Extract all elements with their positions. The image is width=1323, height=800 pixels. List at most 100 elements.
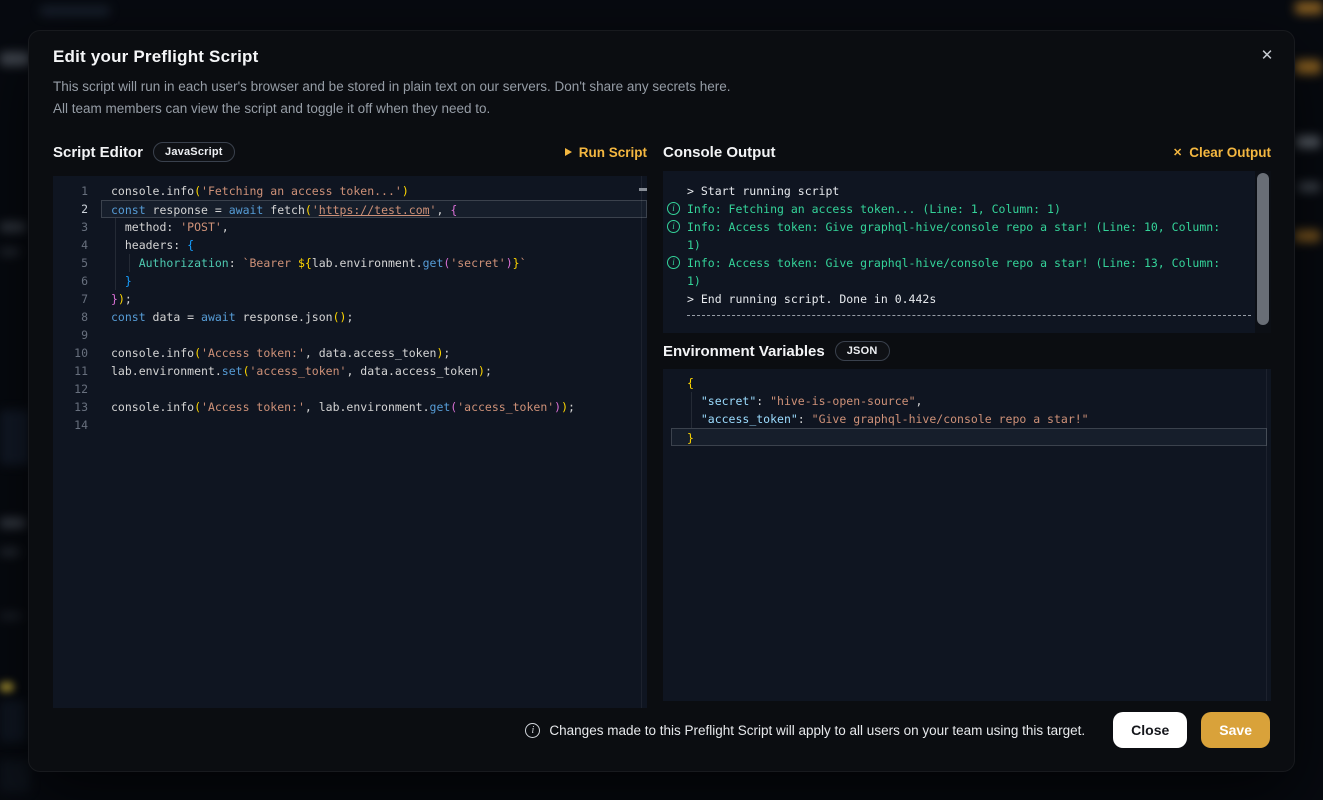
backdrop-blur-shape bbox=[0, 410, 30, 465]
code-token: ( bbox=[194, 184, 201, 198]
play-icon bbox=[565, 148, 572, 156]
close-button[interactable]: Close bbox=[1113, 712, 1187, 748]
line-number: 10 bbox=[53, 344, 101, 362]
code-token: ; bbox=[485, 364, 492, 378]
code-line: 13console.info('Access token:', lab.envi… bbox=[53, 398, 647, 416]
code-token: { bbox=[450, 203, 457, 217]
code-token: ; bbox=[125, 292, 132, 306]
console-scrollbar-thumb[interactable] bbox=[1257, 173, 1269, 325]
code-token: console.info bbox=[111, 400, 194, 414]
code-token: { bbox=[687, 376, 694, 390]
backdrop-blur-shape bbox=[1295, 60, 1321, 74]
code-token: , lab.environment. bbox=[305, 400, 430, 414]
dialog-description-line1: This script will run in each user's brow… bbox=[53, 79, 730, 94]
env-variables-editor[interactable]: { "secret": "hive-is-open-source", "acce… bbox=[663, 369, 1271, 701]
code-token: } bbox=[125, 274, 132, 288]
info-icon: i bbox=[667, 256, 680, 269]
code-token: ( bbox=[194, 346, 201, 360]
code-token: console.info bbox=[111, 346, 194, 360]
code-line: 12 bbox=[53, 380, 647, 398]
code-token: ) bbox=[561, 400, 568, 414]
script-editor[interactable]: 1console.info('Fetching an access token.… bbox=[53, 176, 647, 708]
console-output: > Start running scriptiInfo: Fetching an… bbox=[663, 171, 1271, 333]
code-token: response.json bbox=[236, 310, 333, 324]
line-number: 2 bbox=[53, 200, 101, 218]
code-token: : bbox=[798, 412, 812, 426]
line-number: 14 bbox=[53, 416, 101, 434]
code-token: } bbox=[687, 431, 694, 445]
line-number: 9 bbox=[53, 326, 101, 344]
overview-ruler-mark bbox=[639, 188, 647, 191]
backdrop-blur-shape bbox=[1296, 136, 1320, 148]
clear-icon: ✕ bbox=[1173, 146, 1182, 159]
code-token: ( bbox=[305, 203, 312, 217]
console-entry: > End running script. Done in 0.442s bbox=[687, 290, 1235, 308]
backdrop-blur-shape bbox=[0, 248, 20, 256]
code-line: 4 headers: { bbox=[53, 236, 647, 254]
code-token: ( bbox=[194, 400, 201, 414]
code-token: ' bbox=[312, 203, 319, 217]
close-icon[interactable]: ✕ bbox=[1256, 45, 1278, 67]
run-script-button[interactable]: Run Script bbox=[565, 145, 647, 160]
code-token: method: bbox=[111, 220, 180, 234]
code-token: 'Access token:' bbox=[201, 346, 305, 360]
code-line: 9 bbox=[53, 326, 647, 344]
page-title: Edit your Preflight Script bbox=[53, 47, 258, 67]
indent-guide bbox=[129, 254, 130, 272]
code-token: data = bbox=[146, 310, 201, 324]
code-token: ) bbox=[506, 256, 513, 270]
code-token: ) bbox=[478, 364, 485, 378]
code-token: 'Access token:' bbox=[201, 400, 305, 414]
code-token: await bbox=[201, 310, 236, 324]
code-token: headers: bbox=[111, 238, 187, 252]
code-line: 11lab.environment.set('access_token', da… bbox=[53, 362, 647, 380]
console-entry: iInfo: Fetching an access token... (Line… bbox=[687, 200, 1235, 218]
code-line: 8const data = await response.json(); bbox=[53, 308, 647, 326]
code-token: "Give graphql-hive/console repo a star!" bbox=[812, 412, 1089, 426]
code-token: 'POST' bbox=[180, 220, 222, 234]
code-link: https://test.com bbox=[319, 203, 430, 217]
backdrop-blur-shape bbox=[1294, 230, 1320, 242]
code-token: : bbox=[756, 394, 770, 408]
code-token: console.info bbox=[111, 184, 194, 198]
footer-note: i Changes made to this Preflight Script … bbox=[525, 723, 1085, 738]
code-line: 7}); bbox=[53, 290, 647, 308]
env-variables-heading: Environment Variables bbox=[663, 343, 825, 360]
dialog-footer: i Changes made to this Preflight Script … bbox=[53, 712, 1270, 748]
code-token: ( bbox=[243, 364, 250, 378]
code-token: , data.access_token bbox=[346, 364, 478, 378]
backdrop-blur-shape bbox=[0, 700, 26, 742]
code-token: ` bbox=[520, 256, 527, 270]
code-line: 6 } bbox=[53, 272, 647, 290]
code-line: { bbox=[663, 374, 1271, 392]
backdrop-blur-shape bbox=[40, 6, 110, 16]
code-token: , data.access_token bbox=[305, 346, 437, 360]
editor-scroll-divider bbox=[641, 176, 642, 708]
code-token: { bbox=[187, 238, 194, 252]
console-entry: iInfo: Access token: Give graphql-hive/c… bbox=[687, 254, 1235, 290]
code-token: get bbox=[430, 400, 451, 414]
save-button[interactable]: Save bbox=[1201, 712, 1270, 748]
backdrop-blur-shape bbox=[0, 682, 14, 692]
backdrop-blur-shape bbox=[0, 518, 26, 528]
backdrop-blur-shape bbox=[1295, 2, 1323, 14]
code-line: 2const response = await fetch('https://t… bbox=[53, 200, 647, 218]
backdrop-blur-shape bbox=[0, 612, 22, 620]
code-line: 5 Authorization: `Bearer ${lab.environme… bbox=[53, 254, 647, 272]
code-token: lab.environment. bbox=[111, 364, 222, 378]
editor-scroll-divider bbox=[1266, 369, 1267, 701]
console-header: Console Output ✕ Clear Output bbox=[663, 140, 1271, 164]
backdrop-blur-shape bbox=[0, 548, 20, 556]
code-token: ) bbox=[118, 292, 125, 306]
line-number: 8 bbox=[53, 308, 101, 326]
code-token: : bbox=[229, 256, 243, 270]
env-variables-header: Environment Variables JSON bbox=[663, 339, 1271, 363]
dialog-description-line2: All team members can view the script and… bbox=[53, 101, 490, 116]
info-icon: i bbox=[667, 220, 680, 233]
console-text: Info: Access token: Give graphql-hive/co… bbox=[687, 220, 1227, 252]
code-token: get bbox=[423, 256, 444, 270]
preflight-script-dialog: ✕ Edit your Preflight Script This script… bbox=[28, 30, 1295, 772]
clear-output-button[interactable]: ✕ Clear Output bbox=[1173, 145, 1271, 160]
code-token: set bbox=[222, 364, 243, 378]
code-token: `Bearer bbox=[243, 256, 298, 270]
